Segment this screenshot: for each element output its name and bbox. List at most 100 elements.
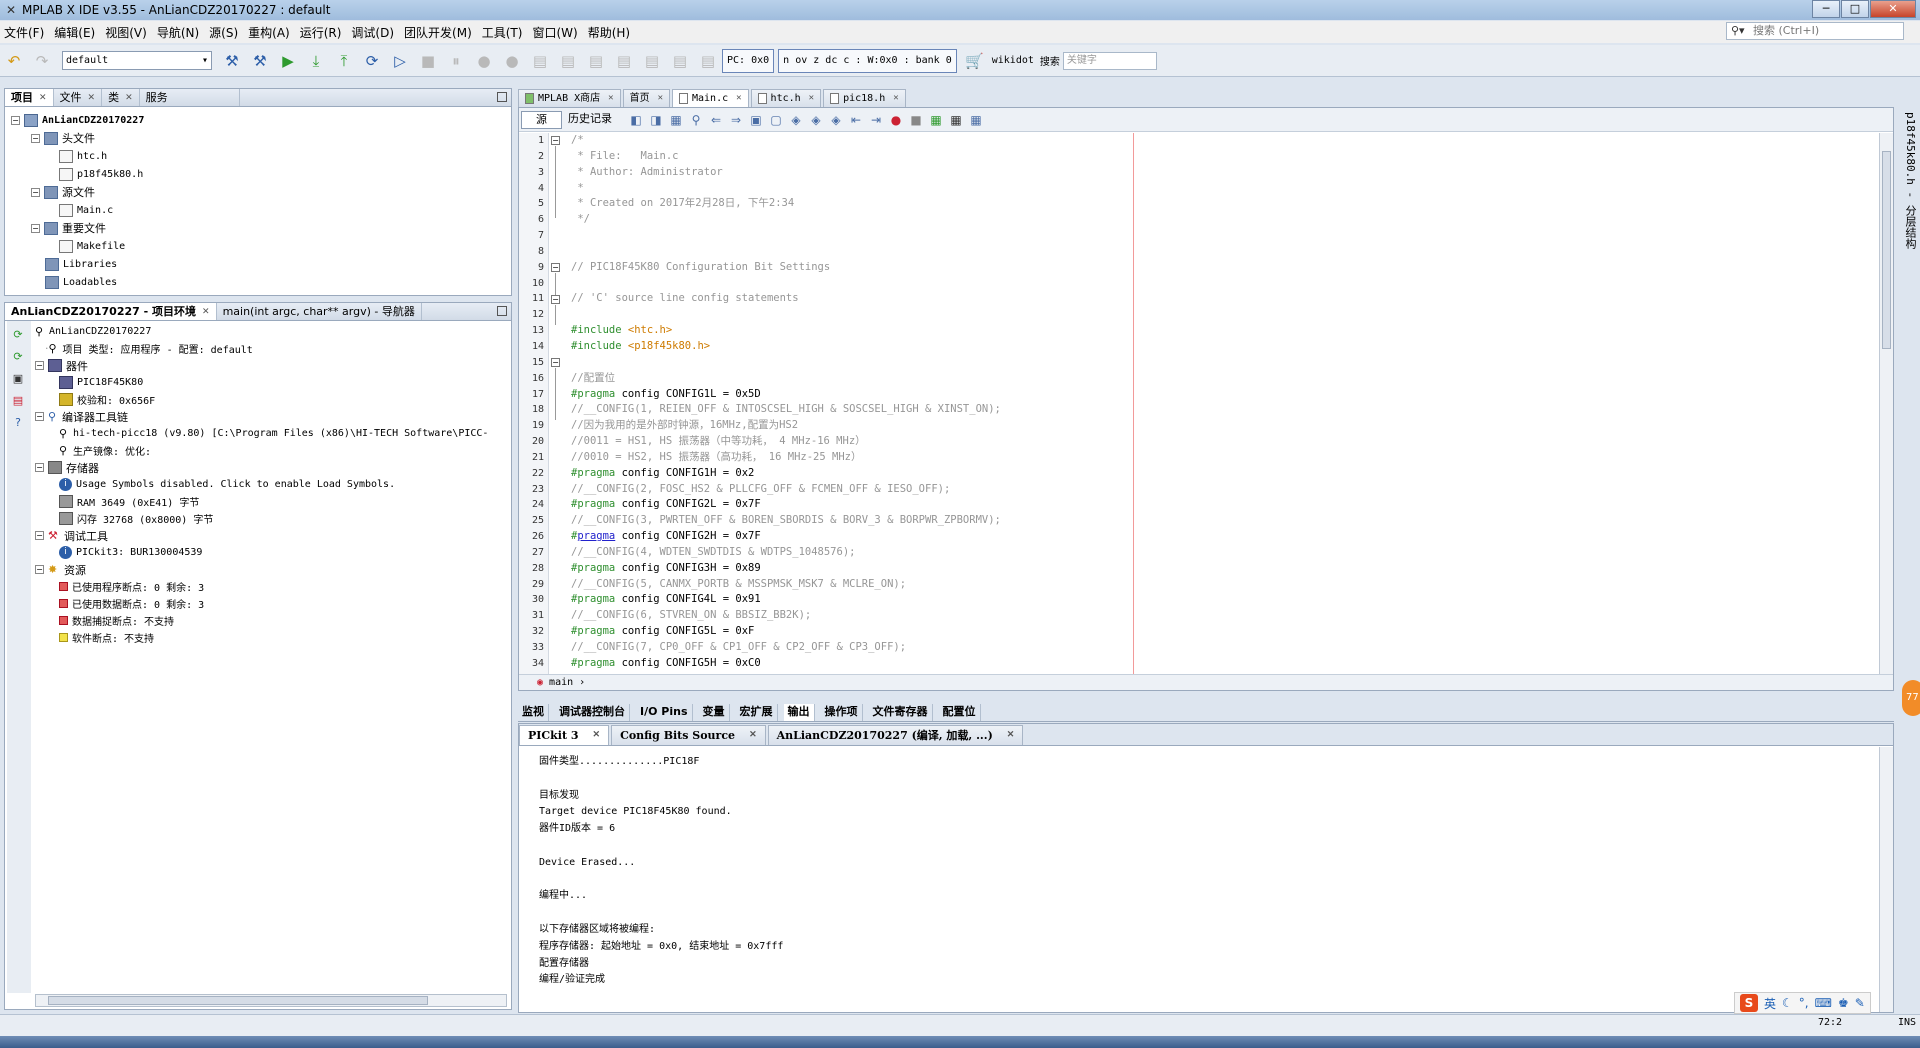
tab-home[interactable]: 首页 ✕	[622, 89, 670, 107]
env-ram[interactable]: RAM 3649 (0xE41) 字节	[35, 493, 488, 510]
env-checksum[interactable]: 校验和: 0x656F	[35, 391, 488, 408]
env-root[interactable]: ⚲ AnLianCDZ20170227	[35, 323, 488, 340]
tab-watches[interactable]: 监视	[518, 704, 549, 721]
maximize-button[interactable]: □	[1841, 0, 1869, 18]
env-compiler[interactable]: ⚲ hi-tech-picc18 (v9.80) [C:\Program File…	[35, 425, 488, 442]
env-memory[interactable]: − 存储器	[35, 459, 488, 476]
tab-config-bits-source[interactable]: Config Bits Source ✕	[611, 725, 766, 745]
tools-icon[interactable]: ✎	[1855, 996, 1865, 1010]
menu-navigate[interactable]: 导航(N)	[153, 24, 203, 41]
menu-window[interactable]: 窗口(W)	[528, 24, 581, 41]
env-flash[interactable]: 闪存 32768 (0x8000) 字节	[35, 510, 488, 527]
tab-action-items[interactable]: 操作项	[821, 704, 863, 721]
step-into-icon[interactable]: ▤	[557, 50, 579, 72]
close-icon[interactable]: ✕	[736, 90, 741, 107]
tree-file-p18f45k80[interactable]: p18f45k80.h	[11, 165, 144, 183]
tab-config-bits[interactable]: 配置位	[939, 704, 981, 721]
tab-classes[interactable]: 类 ✕	[102, 89, 140, 106]
punctuation-icon[interactable]: °,	[1799, 996, 1809, 1010]
set-pc-icon[interactable]: ▤	[641, 50, 663, 72]
env-device[interactable]: − 器件	[35, 357, 488, 374]
env-device-name[interactable]: PIC18F45K80	[35, 374, 488, 391]
output-vertical-scrollbar[interactable]	[1879, 747, 1893, 1012]
close-icon[interactable]: ✕	[749, 726, 757, 745]
breakpoint-icon[interactable]: ▤	[697, 50, 719, 72]
tab-output[interactable]: 输出	[783, 704, 815, 721]
tab-files[interactable]: 文件 ✕	[54, 89, 103, 106]
close-icon[interactable]: ✕	[202, 304, 210, 320]
wiki-search-input[interactable]: 关键字	[1062, 51, 1157, 70]
close-icon[interactable]: ✕	[893, 90, 898, 107]
reset-icon[interactable]: ⟳	[361, 50, 383, 72]
tree-libraries[interactable]: Libraries	[11, 255, 144, 273]
tab-pic18-h[interactable]: pic18.h ✕	[823, 89, 906, 107]
close-icon[interactable]: ✕	[593, 726, 601, 745]
build-hammer-icon[interactable]: ⚒	[221, 50, 243, 72]
tree-file-makefile[interactable]: Makefile	[11, 237, 144, 255]
tab-htc-h[interactable]: htc.h ✕	[750, 89, 822, 107]
tree-important[interactable]: − 重要文件	[11, 219, 144, 237]
breadcrumb-main[interactable]: main	[549, 677, 573, 688]
toggle-rect-icon[interactable]: ▢	[768, 112, 784, 128]
collapse-icon[interactable]: −	[11, 115, 20, 125]
tab-main-c[interactable]: Main.c ✕	[672, 89, 749, 107]
minimize-panel-button[interactable]	[497, 92, 507, 102]
close-icon[interactable]: ✕	[39, 90, 47, 106]
menu-file[interactable]: 文件(F)	[0, 24, 48, 41]
env-res-capture[interactable]: 数据捕捉断点: 不支持	[35, 612, 488, 629]
vertical-scrollbar[interactable]	[1879, 133, 1893, 674]
tab-project-environment[interactable]: AnLianCDZ20170227 - 项目环境 ✕	[5, 303, 217, 320]
tree-root[interactable]: − AnLianCDZ20170227	[11, 111, 144, 129]
tab-services[interactable]: 服务	[140, 89, 240, 106]
tab-file-registers[interactable]: 文件寄存器	[869, 704, 933, 721]
tab-pickit3[interactable]: PICkit 3 ✕	[519, 725, 610, 745]
env-usage-symbols[interactable]: i Usage Symbols disabled. Click to enable…	[35, 476, 488, 493]
tree-loadables[interactable]: Loadables	[11, 273, 144, 291]
refresh-icon[interactable]: ⟳	[10, 327, 26, 343]
cart-icon[interactable]: 🛒	[964, 50, 986, 72]
fold-icon[interactable]: −	[551, 263, 560, 272]
run-icon[interactable]: ▶	[277, 50, 299, 72]
collapse-icon[interactable]: −	[35, 412, 44, 421]
env-toolchain[interactable]: − ⚲ 编译器工具链	[35, 408, 488, 425]
floating-badge[interactable]: 77	[1902, 680, 1920, 716]
minimize-panel-button[interactable]	[497, 306, 507, 316]
close-icon[interactable]: ✕	[608, 90, 613, 107]
collapse-icon[interactable]: −	[31, 223, 40, 233]
refresh-debug-icon[interactable]: ⟳	[10, 349, 26, 365]
menu-team[interactable]: 团队开发(M)	[400, 24, 476, 41]
close-icon[interactable]: ✕	[1007, 726, 1015, 745]
record-macro-icon[interactable]: ●	[888, 112, 904, 128]
read-device-icon[interactable]: ⤒	[333, 50, 355, 72]
diff-icon[interactable]: ▦	[968, 112, 984, 128]
make-program-icon[interactable]: ⤓	[305, 50, 327, 72]
step-out-icon[interactable]: ▤	[585, 50, 607, 72]
sogou-logo-icon[interactable]: S	[1740, 994, 1758, 1012]
toggle-bookmark-icon[interactable]: ◈	[828, 112, 844, 128]
pdf-icon[interactable]: ▤	[10, 393, 26, 409]
chip-icon[interactable]: ▣	[10, 371, 26, 387]
menu-edit[interactable]: 编辑(E)	[50, 24, 99, 41]
scroll-thumb[interactable]	[1882, 151, 1891, 349]
env-debug-tool[interactable]: − ⚒ 调试工具	[35, 527, 488, 544]
usage-label[interactable]: Usage Symbols disabled. Click to enable …	[76, 479, 395, 490]
config-select[interactable]: default	[62, 51, 212, 70]
env-pickit[interactable]: i PICkit3: BUR130004539	[35, 544, 488, 561]
shift-right-icon[interactable]: ⇥	[868, 112, 884, 128]
tab-mplab-store[interactable]: MPLAB X商店 ✕	[518, 89, 621, 107]
clean-build-icon[interactable]: ⚒	[249, 50, 271, 72]
horizontal-scrollbar[interactable]	[35, 994, 507, 1007]
ime-mode[interactable]: 英	[1764, 995, 1776, 1012]
pragma-link[interactable]: pragma	[577, 530, 615, 542]
tree-file-main[interactable]: Main.c	[11, 201, 144, 219]
step-over-icon[interactable]: ▤	[529, 50, 551, 72]
reset-debug-icon[interactable]: ●	[473, 50, 495, 72]
tab-macro-expansion[interactable]: 宏扩展	[736, 704, 778, 721]
find-next-icon[interactable]: ⇒	[728, 112, 744, 128]
fold-icon[interactable]: −	[551, 358, 560, 367]
env-res-software-bp[interactable]: 软件断点: 不支持	[35, 629, 488, 646]
code-area[interactable]: /* * File: Main.c * Author: Administrato…	[571, 133, 1869, 674]
hierarchy-tab[interactable]: p18f45k80.h - 分层结构	[1902, 112, 1918, 249]
env-project-type[interactable]: · ⚲ 项目 类型: 应用程序 - 配置: default	[35, 340, 488, 357]
find-prev-icon[interactable]: ⇐	[708, 112, 724, 128]
